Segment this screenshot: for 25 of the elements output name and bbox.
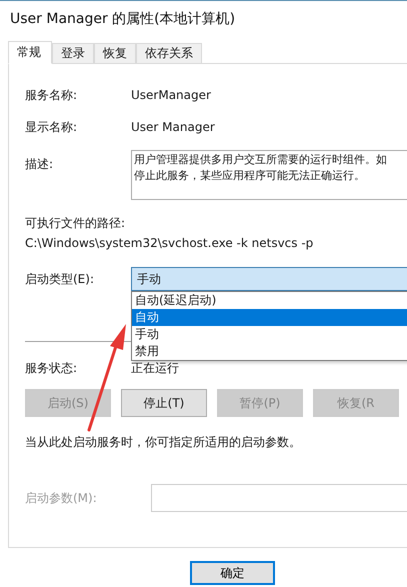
description-box[interactable]: 用户管理器提供多用户交互所需要的运行时组件。如 停止此服务，某些应用程序可能无法正确运行。 xyxy=(131,150,407,200)
status-value: 正在运行 xyxy=(131,360,179,376)
field-label: 服务状态: xyxy=(25,360,78,376)
dropdown-option[interactable]: 禁用 xyxy=(132,343,407,360)
ok-button[interactable]: 确定 xyxy=(190,561,275,585)
dropdown-option[interactable]: 自动 xyxy=(132,309,407,326)
window-title: User Manager 的属性(本地计算机) xyxy=(10,10,236,28)
dropdown-option[interactable]: 自动(延迟启动) xyxy=(132,292,407,309)
field-label: 启动参数(M): xyxy=(25,490,98,506)
hint-text: 当从此处启动服务时，你可指定所适用的启动参数。 xyxy=(25,435,302,449)
path-text: C:\Windows\system32\svchost.exe -k netsvcs -p xyxy=(25,236,314,250)
dropdown-option[interactable]: 手动 xyxy=(132,326,407,343)
field-label: 启动类型(E): xyxy=(25,270,95,288)
tab[interactable]: 依存关系 xyxy=(136,43,202,63)
tab[interactable]: 登录 xyxy=(52,43,94,63)
field-label: 显示名称: xyxy=(25,118,78,136)
field-value: User Manager xyxy=(131,120,215,134)
tab[interactable]: 恢复 xyxy=(94,43,136,63)
field-label: 服务名称: xyxy=(25,86,78,104)
service-button[interactable]: 停止(T) xyxy=(121,389,207,417)
tab[interactable]: 常规 xyxy=(8,41,52,64)
field-label: 可执行文件的路径: xyxy=(25,216,126,230)
startup-type-dropdown[interactable]: 手动 xyxy=(131,267,407,291)
field-value: UserManager xyxy=(131,88,211,102)
field-label: 描述: xyxy=(25,156,54,173)
